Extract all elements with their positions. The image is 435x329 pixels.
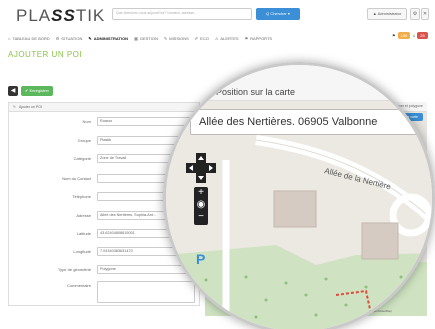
nav-item-dashboard[interactable]: ⌂ TABLEAU DE BORD [8,36,50,41]
save-button[interactable]: ✔ Enregistrer [21,86,53,96]
warning-icon: ⚠ [214,35,219,41]
logo-text-left: PLA [16,6,52,25]
bookmark-icon: ⚑ [244,35,249,41]
badge-count[interactable]: 100 [397,32,411,39]
magnified-map: Allée de la Nertière Position sur la car… [166,65,432,329]
magnifier-lens: Allée de la Nertière Position sur la car… [163,62,435,329]
nav-item-alertes[interactable]: ⚠ ALERTES [215,36,239,41]
map-title-bar: Position sur la carte [166,65,432,101]
nav-item-rapports[interactable]: ⚑ RAPPORTS [245,36,273,41]
page: PLASSTIK Que cherchez-vous aujourd'hui? … [0,0,435,329]
map-address-input[interactable]: Allée des Nertières. 06905 Valbonne [190,109,430,135]
main-nav: ⌂ TABLEAU DE BORD ⚙ SITUATION ✎ ADMINISTRAT… [8,32,428,44]
gear-icon[interactable]: ⚙ [410,8,420,20]
bell-icon[interactable]: ♫ [412,33,415,38]
globe-icon [200,85,210,95]
nav-item-administration[interactable]: ✎ ADMINISTRATION [88,36,128,41]
building-1 [273,190,317,228]
building-2 [361,222,399,260]
zoom-control[interactable]: + ◉ − [194,187,208,225]
nav-item-missions[interactable]: ✎ MISSIONS [164,36,189,41]
back-button[interactable]: ◀ [8,86,18,96]
nav-item-situation[interactable]: ⚙ SITUATION [56,36,83,41]
flag-icon[interactable]: ⚑ [392,33,396,38]
table-icon: ▦ [134,35,138,41]
zoom-in-icon[interactable]: + [194,187,208,199]
page-title: AJOUTER UN POI [8,50,83,59]
wrench-icon: ✎ [88,35,92,41]
logo-text-right: TIK [75,6,106,25]
user-menu-button[interactable]: ▲ Administrator [367,8,407,20]
badge-alerts[interactable]: 25 [417,32,428,39]
nav-item-eco[interactable]: ✐ ECO [195,36,209,41]
logo: PLASSTIK [16,6,105,26]
edit-icon: ✎ [13,105,16,109]
wrench-icon: ✎ [163,35,168,41]
locate-icon[interactable]: ◉ [194,199,208,211]
home-icon: ⌂ [8,35,11,41]
gear-icon: ⚙ [55,35,60,41]
pan-control[interactable] [186,153,216,183]
search-button[interactable]: Q Chercher ▾ [256,8,300,20]
parking-marker[interactable]: P [196,251,205,267]
panel-title: Ajouter un POI [18,105,42,109]
close-icon[interactable]: ✕ [421,8,429,20]
logo-text-mid: SS [51,6,76,25]
zoom-out-icon[interactable]: − [194,211,208,223]
global-search-input[interactable]: Que cherchez-vous aujourd'hui? Numéro, a… [112,8,252,20]
notification-badges: ⚑ 100 ♫ 25 [392,32,428,39]
pencil-icon: ✐ [194,35,199,41]
map-title: Position sur la carte [216,87,296,97]
nav-item-gestion[interactable]: ▦ GESTION [134,36,158,41]
